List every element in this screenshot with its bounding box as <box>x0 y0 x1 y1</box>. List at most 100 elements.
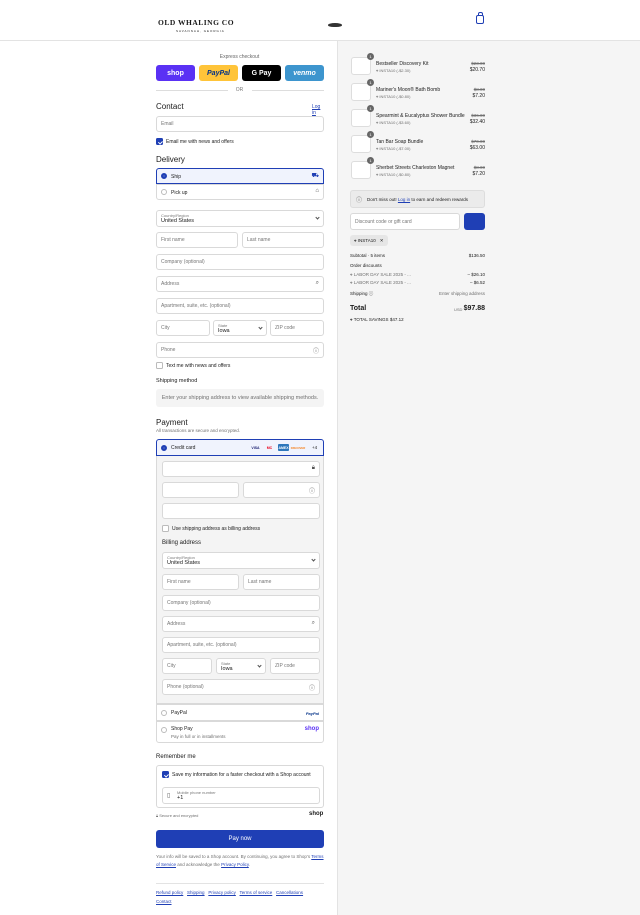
first-name-field[interactable]: First name <box>156 232 238 248</box>
login-link[interactable]: Log in <box>312 104 325 116</box>
terms-link[interactable]: Terms of service <box>240 890 273 895</box>
email-field[interactable]: Email <box>156 116 324 132</box>
text-label: Text me with news and offers <box>166 363 231 369</box>
order-summary: 1 Bestseller Discovery Kit ⌖ INSTA10 (-$… <box>337 41 640 915</box>
billing-first-name-field[interactable]: First name <box>162 574 239 590</box>
country-select[interactable]: Country/Region United States <box>156 210 324 227</box>
billing-apartment-placeholder: Apartment, suite, etc. (optional) <box>167 642 237 648</box>
city-field[interactable]: City <box>156 320 210 336</box>
ship-option[interactable]: Ship ⛟ <box>156 168 324 184</box>
cancellations-link[interactable]: Cancellations <box>276 890 303 895</box>
state-value: Iowa <box>218 327 230 334</box>
google-pay-button[interactable]: G Pay <box>242 65 281 81</box>
contact-link[interactable]: Contact <box>156 899 172 904</box>
privacy-policy-link[interactable]: Privacy Policy <box>221 862 249 867</box>
product-price: $32.40 <box>469 119 485 125</box>
pickup-radio[interactable] <box>161 189 167 195</box>
state-select[interactable]: State Iowa <box>213 320 267 336</box>
email-placeholder: Email <box>161 121 174 127</box>
credit-card-option[interactable]: Credit card VISA MC AMEX DISCOVER +4 <box>156 439 324 456</box>
text-checkbox[interactable] <box>156 362 163 369</box>
product-price: $20.70 <box>469 67 485 73</box>
discount-line-label: LABOR DAY SALE 2025 - ... <box>353 272 411 277</box>
paypal-option[interactable]: PayPal PayPal <box>156 704 324 721</box>
whale-icon <box>328 23 342 27</box>
paypal-option-label: PayPal <box>171 710 187 716</box>
terms-part2: and acknowledge the <box>177 862 220 867</box>
shipping-value: Enter shipping address <box>438 291 485 296</box>
apartment-placeholder: Apartment, suite, etc. (optional) <box>161 303 231 309</box>
help-icon[interactable]: ⓘ <box>313 346 319 355</box>
shop-pay-option[interactable]: Shop Pay Pay in full or in installments … <box>156 721 324 743</box>
rewards-login-link[interactable]: Log in <box>398 197 410 202</box>
billing-company-field[interactable]: Company (optional) <box>162 595 320 611</box>
footer-divider <box>156 883 324 884</box>
terms-part1: Your info will be saved to a Shop accoun… <box>156 854 311 859</box>
expiry-field[interactable] <box>162 482 239 498</box>
discount-placeholder: Discount code or gift card <box>355 218 412 225</box>
save-info-label: Save my information for a faster checkou… <box>172 772 311 778</box>
news-checkbox[interactable] <box>156 138 163 145</box>
address-field[interactable]: Address ⌕ <box>156 276 324 292</box>
shopping-bag-icon[interactable] <box>476 12 484 24</box>
refund-policy-link[interactable]: Refund policy <box>156 890 183 895</box>
billing-zip-field[interactable]: ZIP code <box>270 658 320 674</box>
discount-tag-label: INSTA10 <box>357 238 376 243</box>
product-name: Mariner's Moon® Bath Bomb <box>376 87 441 93</box>
billing-last-name-field[interactable]: Last name <box>243 574 320 590</box>
qty-badge: 1 <box>367 105 374 112</box>
express-checkout-title: Express checkout <box>219 54 260 60</box>
billing-country-select[interactable]: Country/Region United States <box>162 552 320 569</box>
pickup-option[interactable]: Pick up ⌂ <box>156 184 324 200</box>
help-icon[interactable]: ⓘ <box>369 291 374 296</box>
product-discount: ⌖ INSTA10 (-$3.60) <box>376 120 411 125</box>
original-price: $36.00 <box>471 113 485 118</box>
venmo-button[interactable]: venmo <box>285 65 324 81</box>
billing-apartment-field[interactable]: Apartment, suite, etc. (optional) <box>162 637 320 653</box>
remove-discount-icon[interactable]: ✕ <box>380 238 384 244</box>
help-icon[interactable]: ⓘ <box>309 486 315 495</box>
help-icon[interactable]: ⓘ <box>309 683 315 692</box>
shipping-link[interactable]: Shipping <box>187 890 205 895</box>
discount-code-field[interactable]: Discount code or gift card <box>350 213 460 230</box>
zip-field[interactable]: ZIP code <box>270 320 324 336</box>
discount-line: ⌖ LABOR DAY SALE 2025 - ... <box>350 280 411 285</box>
phone-field[interactable]: Phone ⓘ <box>156 342 324 358</box>
billing-city-field[interactable]: City <box>162 658 212 674</box>
shop-pay-radio[interactable] <box>161 727 167 733</box>
mobile-phone-field[interactable]: ▯ Mobile phone number +1 <box>162 787 320 804</box>
shipping-label: Shipping <box>350 291 368 296</box>
brand-logo[interactable]: OLD WHALING CO SAVANNAH, GEORGIA <box>158 13 342 33</box>
pay-now-label: Pay now <box>228 836 252 842</box>
security-code-field[interactable]: ⓘ <box>243 482 320 498</box>
save-info-checkbox[interactable] <box>162 771 169 778</box>
shop-pay-button[interactable]: shop <box>156 65 195 81</box>
or-divider: OR <box>235 87 244 93</box>
apartment-field[interactable]: Apartment, suite, etc. (optional) <box>156 298 324 314</box>
chevron-down-icon <box>311 557 316 562</box>
pay-now-button[interactable]: Pay now <box>156 830 324 848</box>
last-name-field[interactable]: Last name <box>242 232 324 248</box>
billing-phone-field[interactable]: Phone (optional) ⓘ <box>162 679 320 695</box>
apply-discount-button[interactable] <box>464 213 485 230</box>
name-on-card-field[interactable] <box>162 503 320 519</box>
paypal-button[interactable]: PayPal <box>199 65 238 81</box>
product-discount-text: INSTA10 (-$2.30) <box>379 68 411 73</box>
original-price: $8.00 <box>473 87 485 92</box>
billing-state-select[interactable]: State Iowa <box>216 658 266 674</box>
visa-logo: VISA <box>251 445 260 450</box>
credit-card-radio[interactable] <box>161 445 167 451</box>
privacy-link[interactable]: Privacy policy <box>208 890 236 895</box>
savings-value: $47.12 <box>389 317 404 322</box>
original-price: $23.00 <box>471 61 485 66</box>
search-icon: ⌕ <box>311 620 315 626</box>
use-shipping-label: Use shipping address as billing address <box>172 526 261 532</box>
use-shipping-checkbox[interactable] <box>162 525 169 532</box>
paypal-radio[interactable] <box>161 710 167 716</box>
discount-line-label: LABOR DAY SALE 2025 - ... <box>353 280 411 285</box>
company-field[interactable]: Company (optional) <box>156 254 324 270</box>
ship-radio[interactable] <box>161 173 167 179</box>
billing-address-field[interactable]: Address ⌕ <box>162 616 320 632</box>
card-number-field[interactable]: 🔒︎ <box>162 461 320 477</box>
company-placeholder: Company (optional) <box>161 259 205 265</box>
